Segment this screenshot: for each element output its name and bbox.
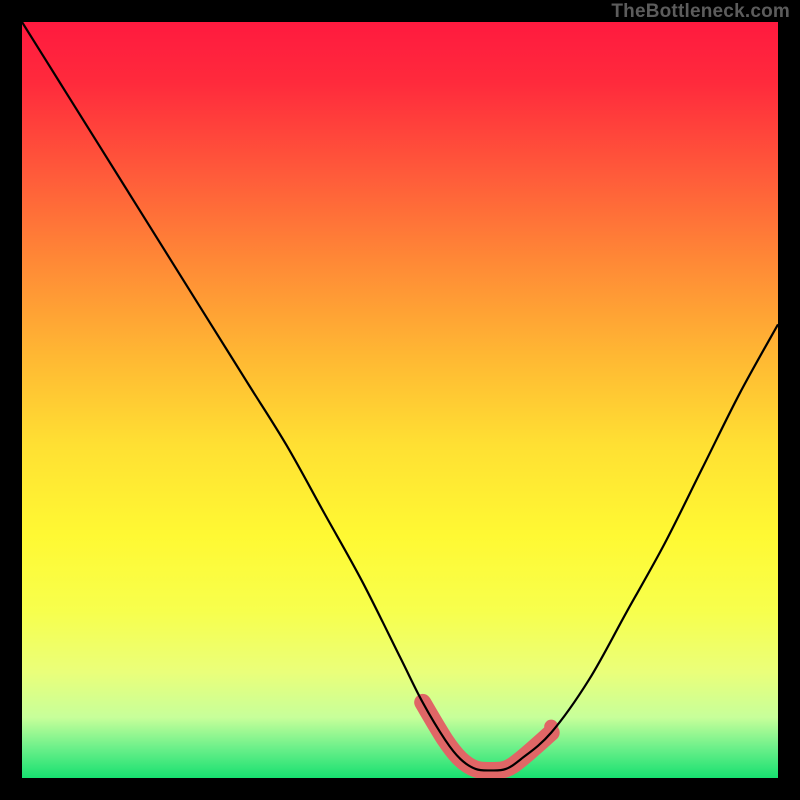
plot-area [22,22,778,778]
curve-svg [22,22,778,778]
chart-stage: TheBottleneck.com [0,0,800,800]
watermark-text: TheBottleneck.com [611,2,790,21]
bottleneck-curve [22,22,778,770]
